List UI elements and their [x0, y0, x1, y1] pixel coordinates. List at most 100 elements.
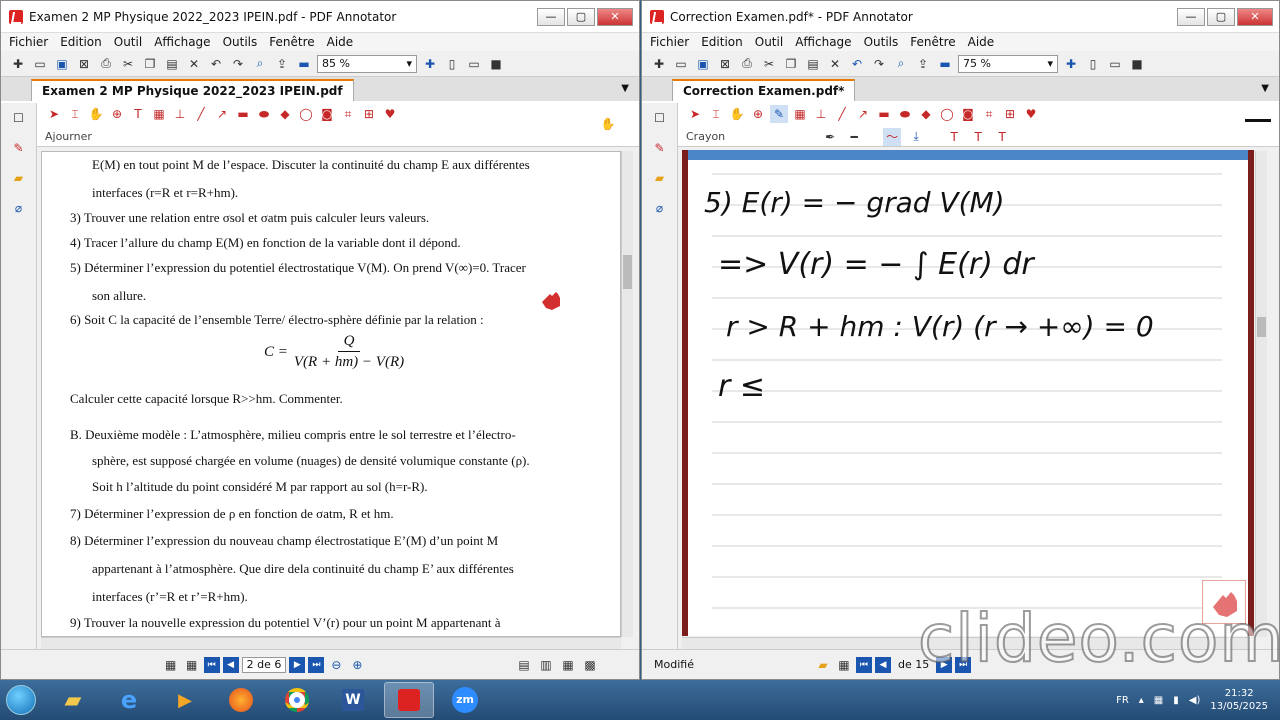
language-indicator[interactable]: FR: [1116, 695, 1129, 706]
document-tab[interactable]: Examen 2 MP Physique 2022_2023 IPEIN.pdf: [31, 79, 354, 101]
zoom-in-icon[interactable]: ✚: [1062, 55, 1080, 73]
nav-bookmark-icon[interactable]: ▰: [814, 656, 832, 674]
zoom-select[interactable]: 85 % ▾: [317, 54, 417, 73]
print-icon[interactable]: ⎙: [738, 55, 756, 73]
arrow-line-icon[interactable]: ↗: [854, 105, 872, 123]
favorites-heart-icon[interactable]: ♥: [381, 105, 399, 123]
right-page-view[interactable]: 5) E(r) = − grad V(M) => V(r) = − ∫ E(r)…: [682, 150, 1254, 636]
clock[interactable]: 21:32 13/05/2025: [1210, 687, 1268, 713]
taskbar-chrome[interactable]: [272, 682, 322, 718]
menu-fenetre[interactable]: Fenêtre: [269, 35, 314, 49]
prev-page-button[interactable]: ◀: [222, 656, 239, 673]
typewriter-icon[interactable]: T: [129, 105, 147, 123]
side-folder-icon[interactable]: ▰: [651, 169, 669, 187]
attachment-icon[interactable]: ⌀: [651, 199, 669, 217]
rectangle-icon[interactable]: ▬: [234, 105, 252, 123]
image-icon[interactable]: ▦: [150, 105, 168, 123]
camera-icon[interactable]: ◙: [318, 105, 336, 123]
history-forward-icon[interactable]: ⊕: [348, 656, 366, 674]
menu-affichage[interactable]: Affichage: [795, 35, 851, 49]
hand-tool-overlay[interactable]: [1202, 580, 1246, 624]
menu-outils[interactable]: Outils: [864, 35, 899, 49]
attachment-icon[interactable]: ⌀: [10, 199, 28, 217]
menu-outil[interactable]: Outil: [755, 35, 783, 49]
taskbar-zoom[interactable]: zm: [440, 682, 490, 718]
undo-icon[interactable]: ↶: [207, 55, 225, 73]
close-doc-icon[interactable]: ⊠: [716, 55, 734, 73]
underline-text-icon[interactable]: T: [945, 128, 963, 146]
zoom-out-icon[interactable]: ▬: [936, 55, 954, 73]
find-icon[interactable]: ⌕: [892, 55, 910, 73]
zoom-in-icon[interactable]: ✚: [421, 55, 439, 73]
history-back-icon[interactable]: ⊖: [327, 656, 345, 674]
taskbar-pdf-annotator[interactable]: [384, 682, 434, 718]
tab-dropdown-icon[interactable]: ▼: [621, 83, 629, 94]
new-icon[interactable]: ✚: [650, 55, 668, 73]
presentation-icon[interactable]: ■: [1128, 55, 1146, 73]
taskbar-explorer[interactable]: ▰: [48, 682, 98, 718]
maximize-button[interactable]: ▢: [1207, 7, 1235, 26]
close-button[interactable]: ✕: [597, 7, 633, 26]
fit-width-icon[interactable]: ▭: [465, 55, 483, 73]
eraser-icon[interactable]: ◆: [917, 105, 935, 123]
save-icon[interactable]: ▣: [694, 55, 712, 73]
select-arrow-icon[interactable]: ➤: [45, 105, 63, 123]
taskbar-ie[interactable]: e: [104, 682, 154, 718]
lasso-icon[interactable]: ◯: [938, 105, 956, 123]
taskbar-media[interactable]: ▶: [160, 682, 210, 718]
fit-page-icon[interactable]: ▯: [1084, 55, 1102, 73]
find-icon[interactable]: ⌕: [251, 55, 269, 73]
right-vertical-scrollbar[interactable]: [1255, 151, 1267, 637]
menu-edition[interactable]: Edition: [60, 35, 102, 49]
redo-icon[interactable]: ↷: [870, 55, 888, 73]
two-page-view-icon[interactable]: ▦: [559, 656, 577, 674]
open-folder-icon[interactable]: ▭: [31, 55, 49, 73]
fit-page-icon[interactable]: ▯: [443, 55, 461, 73]
tray-chevron-icon[interactable]: ▴: [1139, 695, 1144, 706]
text-select-icon[interactable]: ⌶: [707, 105, 725, 123]
presentation-icon[interactable]: ■: [487, 55, 505, 73]
hand-tool-icon[interactable]: ✋: [728, 105, 746, 123]
paste-icon[interactable]: ▤: [163, 55, 181, 73]
menu-aide[interactable]: Aide: [968, 35, 995, 49]
last-page-button[interactable]: ⏭: [955, 656, 972, 673]
menu-edition[interactable]: Edition: [701, 35, 743, 49]
menu-fichier[interactable]: Fichier: [650, 35, 689, 49]
ellipse-icon[interactable]: ⬬: [255, 105, 273, 123]
arrow-line-icon[interactable]: ↗: [213, 105, 231, 123]
delete-icon[interactable]: ✕: [185, 55, 203, 73]
close-button[interactable]: ✕: [1237, 7, 1273, 26]
menu-outils[interactable]: Outils: [223, 35, 258, 49]
last-page-button[interactable]: ⏭: [308, 656, 325, 673]
insert-page-icon[interactable]: ⊞: [360, 105, 378, 123]
ellipse-icon[interactable]: ⬬: [896, 105, 914, 123]
copy-icon[interactable]: ❐: [782, 55, 800, 73]
zoom-out-icon[interactable]: ▬: [295, 55, 313, 73]
left-vertical-scrollbar[interactable]: [621, 151, 633, 637]
fit-width-icon[interactable]: ▭: [1106, 55, 1124, 73]
favorites-heart-icon[interactable]: ♥: [1022, 105, 1040, 123]
minimize-button[interactable]: —: [537, 7, 565, 26]
volume-icon[interactable]: ◀): [1189, 695, 1201, 706]
maximize-button[interactable]: ▢: [567, 7, 595, 26]
close-doc-icon[interactable]: ⊠: [75, 55, 93, 73]
zoom-select[interactable]: 75 % ▾: [958, 54, 1058, 73]
checkbox-icon[interactable]: ☐: [651, 109, 669, 127]
menu-fenetre[interactable]: Fenêtre: [910, 35, 955, 49]
insert-page-icon[interactable]: ⊞: [1001, 105, 1019, 123]
next-page-button[interactable]: ▶: [936, 656, 953, 673]
line-width-icon[interactable]: ━: [845, 128, 863, 146]
zoom-tool-icon[interactable]: ⊕: [749, 105, 767, 123]
stamp-icon[interactable]: ⊥: [812, 105, 830, 123]
export-icon[interactable]: ⇪: [273, 55, 291, 73]
strikeout-text-icon[interactable]: T: [993, 128, 1011, 146]
signal-icon[interactable]: ▮: [1173, 695, 1179, 706]
open-folder-icon[interactable]: ▭: [672, 55, 690, 73]
page-number-field[interactable]: de 15: [894, 657, 933, 673]
paste-icon[interactable]: ▤: [804, 55, 822, 73]
eraser-icon[interactable]: ◆: [276, 105, 294, 123]
delete-icon[interactable]: ✕: [826, 55, 844, 73]
menu-aide[interactable]: Aide: [327, 35, 354, 49]
continuous-view-icon[interactable]: ▥: [537, 656, 555, 674]
grid-view-icon[interactable]: ▩: [581, 656, 599, 674]
